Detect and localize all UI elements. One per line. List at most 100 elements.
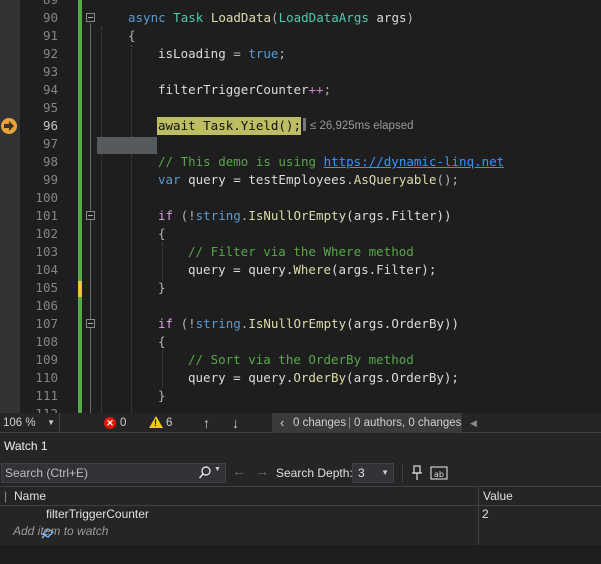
line-number: 97 bbox=[42, 136, 58, 151]
line-numbers: 8990 91 92 93 94 95 96 97 98 99 100 101 102 103 104 105… bbox=[20, 0, 60, 413]
search-input[interactable] bbox=[5, 465, 190, 481]
current-statement[interactable]: await Task.Yield(); bbox=[158, 117, 301, 135]
code-line-111: query = query.OrderBy(args.OrderBy); bbox=[188, 369, 459, 387]
collapse-toggle[interactable] bbox=[86, 13, 95, 22]
watch-search[interactable]: ▼ bbox=[1, 463, 226, 483]
indent-guide bbox=[162, 351, 163, 387]
keyword: async bbox=[128, 10, 166, 25]
column-value[interactable]: Value bbox=[483, 487, 513, 505]
line-number: 107 bbox=[35, 316, 58, 331]
line-number: 105 bbox=[35, 280, 58, 295]
comment-link[interactable]: https://dynamic-linq.net bbox=[324, 154, 505, 169]
keyword: string bbox=[195, 208, 241, 223]
line-number: 110 bbox=[35, 370, 58, 385]
keyword: if bbox=[158, 208, 174, 223]
code-line-103: { bbox=[158, 226, 166, 241]
punct: ( bbox=[271, 10, 279, 25]
column-name[interactable]: Name bbox=[14, 487, 46, 505]
collapse-toggle[interactable] bbox=[86, 211, 95, 220]
indent-guide bbox=[101, 27, 102, 413]
keyword: if bbox=[158, 316, 174, 331]
zoom-dropdown[interactable]: 106 % ▼ bbox=[0, 413, 60, 433]
code-editor[interactable]: 8990 91 92 93 94 95 96 97 98 99 100 101 102 103 104 105… bbox=[0, 0, 601, 413]
line-number: 111 bbox=[35, 388, 58, 403]
identifier: testEmployees bbox=[248, 172, 347, 187]
add-item-to-watch[interactable]: Add item to watch bbox=[13, 522, 108, 540]
comment: // This demo is using bbox=[158, 154, 324, 169]
changes-count[interactable]: 0 changes bbox=[293, 413, 346, 433]
search-forward-icon[interactable]: → bbox=[255, 463, 269, 479]
code-line-95: filterTriggerCounter++; bbox=[158, 81, 331, 99]
line-number: 106 bbox=[35, 298, 58, 313]
hex-display-icon[interactable]: ab bbox=[430, 464, 450, 485]
code-line-105: query = query.Where(args.Filter); bbox=[188, 261, 436, 279]
line-number: 102 bbox=[35, 226, 58, 241]
keyword: string bbox=[195, 316, 241, 331]
warning-count[interactable]: 6 bbox=[166, 413, 172, 433]
punct: . bbox=[346, 172, 354, 187]
search-depth-dropdown[interactable]: 3 ▼ bbox=[352, 463, 394, 483]
line-number: 109 bbox=[35, 352, 58, 367]
code-line-108: if (!string.IsNullOrEmpty(args.OrderBy)) bbox=[158, 315, 459, 333]
line-number: 90 bbox=[42, 10, 58, 25]
search-depth-value: 3 bbox=[358, 466, 365, 480]
method-name: LoadData bbox=[210, 10, 272, 25]
collapse-toggle[interactable] bbox=[86, 319, 95, 328]
execution-pointer-icon bbox=[1, 118, 17, 134]
args: (args.Filter)) bbox=[346, 208, 452, 223]
error-count[interactable]: 0 bbox=[120, 413, 126, 433]
method-name: IsNullOrEmpty bbox=[248, 316, 347, 331]
param: args bbox=[376, 10, 407, 25]
code-line-109: { bbox=[158, 334, 166, 349]
identifier: query = query. bbox=[188, 370, 294, 385]
code-line-93: isLoading = true; bbox=[158, 45, 286, 63]
type: LoadDataArgs bbox=[278, 10, 369, 25]
line-number: 98 bbox=[42, 154, 58, 169]
add-watch-row[interactable]: Add item to watch bbox=[0, 522, 601, 540]
pin-icon[interactable] bbox=[408, 464, 426, 485]
chevron-left-icon[interactable]: ‹ bbox=[280, 413, 284, 433]
method-name: IsNullOrEmpty bbox=[248, 208, 347, 223]
copilot-icon[interactable] bbox=[64, 413, 93, 449]
punct: (! bbox=[173, 316, 196, 331]
identifier: filterTriggerCounter bbox=[158, 82, 309, 97]
code-line-102: if (!string.IsNullOrEmpty(args.Filter)) bbox=[158, 207, 452, 225]
line-number: 94 bbox=[42, 82, 58, 97]
perf-tip[interactable]: ≤ 26,925ms elapsed bbox=[303, 117, 414, 135]
watch-row-value[interactable]: 2 bbox=[482, 505, 489, 523]
identifier: isLoading bbox=[158, 46, 226, 61]
type: Task bbox=[173, 10, 204, 25]
method-name: Where bbox=[293, 262, 331, 277]
keyword: var bbox=[158, 172, 181, 187]
line-number: 93 bbox=[42, 64, 58, 79]
search-icon[interactable] bbox=[198, 465, 212, 484]
watch-row-name[interactable]: filterTriggerCounter bbox=[46, 505, 149, 523]
glyph-margin[interactable] bbox=[0, 0, 20, 413]
chevron-down-icon[interactable]: ▼ bbox=[214, 466, 221, 473]
method-name: OrderBy bbox=[293, 370, 347, 385]
watch-title[interactable]: Watch 1 bbox=[4, 439, 48, 453]
punct: ; bbox=[278, 46, 286, 61]
code-line-110: // Sort via the OrderBy method bbox=[188, 352, 414, 367]
perf-tip-text: ≤ 26,925ms elapsed bbox=[310, 120, 414, 132]
chevron-right-icon[interactable]: ◀ bbox=[470, 413, 477, 433]
args: (args.OrderBy); bbox=[346, 370, 459, 385]
line-number: 100 bbox=[35, 190, 58, 205]
editor-status-bar: 106 % ▼ ✕ 0 ! 6 ↑ ↓ ‹ 0 changes | 0 autho… bbox=[0, 413, 601, 449]
search-back-icon[interactable]: ← bbox=[232, 463, 246, 479]
args: (args.Filter); bbox=[331, 262, 437, 277]
arrow-up-icon[interactable]: ↑ bbox=[203, 413, 210, 433]
header-divider: | bbox=[4, 489, 8, 503]
code-line-99: // This demo is using https://dynamic-li… bbox=[158, 153, 504, 171]
line-number: 89 bbox=[20, 0, 58, 9]
arrow-down-icon[interactable]: ↓ bbox=[232, 413, 239, 433]
code-line-112: } bbox=[158, 388, 166, 403]
warning-icon[interactable]: ! bbox=[149, 416, 163, 428]
error-icon[interactable]: ✕ bbox=[104, 417, 116, 429]
authors-changes[interactable]: 0 authors, 0 changes bbox=[354, 413, 461, 433]
punct: ) bbox=[406, 10, 415, 25]
line-number: 96 bbox=[42, 118, 58, 133]
line-number: 104 bbox=[35, 262, 58, 277]
punct: (); bbox=[436, 172, 460, 187]
watch-row[interactable]: filterTriggerCounter 2 bbox=[0, 505, 601, 539]
